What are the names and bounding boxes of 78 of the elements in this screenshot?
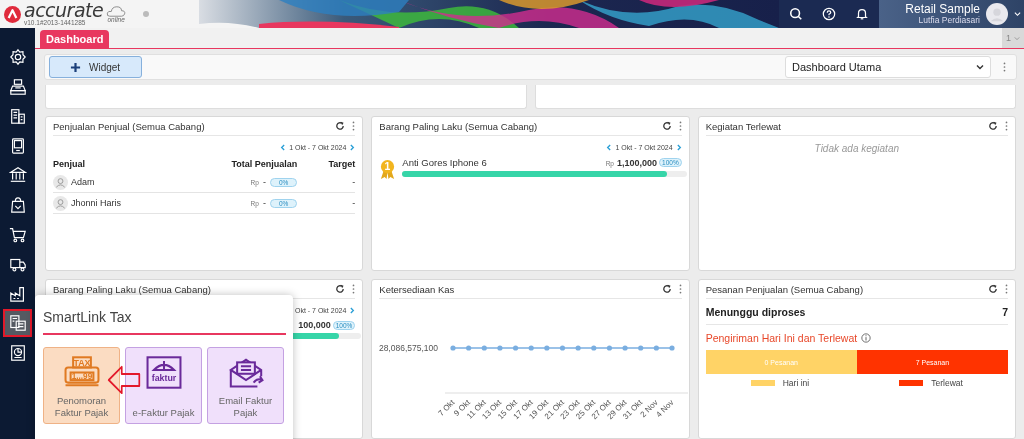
factory-icon bbox=[8, 284, 27, 303]
caret-icon bbox=[1014, 11, 1021, 17]
cart-icon bbox=[8, 225, 27, 244]
column-header: Target bbox=[327, 158, 356, 169]
refresh-icon[interactable] bbox=[661, 284, 672, 294]
sales-amount: - bbox=[262, 177, 266, 187]
documents-icon bbox=[8, 314, 27, 333]
building-icon bbox=[8, 107, 27, 126]
target-value: - bbox=[351, 198, 356, 208]
person-icon bbox=[53, 174, 68, 190]
add-widget-button[interactable]: Widget bbox=[49, 56, 142, 78]
column-header: Total Penjualan bbox=[230, 158, 298, 169]
callout-arrow bbox=[107, 365, 141, 395]
widget-title: Barang Paling Laku (Semua Cabang) bbox=[379, 120, 539, 132]
more-icon[interactable] bbox=[352, 284, 356, 294]
caret-icon bbox=[976, 64, 984, 70]
next-icon[interactable] bbox=[676, 143, 682, 151]
shopping-bag-icon bbox=[8, 195, 27, 214]
widget-title: Penjualan Penjual (Semua Cabang) bbox=[53, 120, 206, 132]
logo-icon bbox=[4, 5, 21, 23]
dashboard-select[interactable]: Dashboard Utama bbox=[785, 56, 991, 78]
user-menu[interactable]: Retail Sample Lutfia Perdiasari bbox=[879, 0, 1024, 28]
status-dot bbox=[143, 11, 150, 17]
dashboard-tab[interactable]: Dashboard bbox=[40, 30, 110, 48]
notification-icon[interactable] bbox=[855, 7, 870, 21]
tax-tile[interactable]: faktur e-Faktur Pajak bbox=[125, 347, 202, 424]
refresh-icon[interactable] bbox=[988, 121, 998, 131]
tax-tile[interactable]: Email Faktur Pajak bbox=[207, 347, 284, 424]
cloud-icon bbox=[106, 6, 127, 18]
more-icon[interactable] bbox=[1005, 284, 1008, 294]
caret-icon bbox=[1014, 35, 1020, 41]
widget-title: Pesanan Penjualan (Semua Cabang) bbox=[705, 283, 865, 295]
section-title: Pengiriman Hari Ini dan Terlewat bbox=[705, 332, 858, 344]
more-icon[interactable] bbox=[1005, 121, 1008, 131]
gear-icon bbox=[8, 48, 27, 66]
refresh-icon[interactable] bbox=[988, 284, 998, 294]
column-header: Penjual bbox=[53, 158, 86, 169]
seller-name: Jhonni Haris bbox=[71, 198, 122, 208]
refresh-icon[interactable] bbox=[661, 121, 672, 131]
sales-amount: - bbox=[262, 198, 266, 208]
order-count: 7 bbox=[1002, 305, 1008, 318]
next-icon[interactable] bbox=[350, 306, 356, 314]
popup-title: SmartLink Tax bbox=[43, 295, 286, 335]
help-icon[interactable] bbox=[822, 7, 836, 21]
product-name: Anti Gores Iphone 6 bbox=[402, 157, 487, 168]
widget-title: Ketersediaan Kas bbox=[379, 283, 456, 295]
tax-tile[interactable]: TAX 1...99 Penomoran Faktur Pajak bbox=[43, 347, 120, 424]
target-value: - bbox=[351, 177, 356, 187]
more-icon[interactable] bbox=[1003, 62, 1006, 72]
next-icon[interactable] bbox=[350, 143, 356, 151]
sales-amount: 1,100,000 bbox=[617, 158, 658, 168]
widget-title: Barang Paling Laku (Semua Cabang) bbox=[53, 283, 212, 295]
logo-text: accurate bbox=[24, 1, 104, 21]
seller-name: Adam bbox=[71, 177, 95, 187]
more-icon[interactable] bbox=[678, 121, 682, 131]
refresh-icon[interactable] bbox=[335, 121, 346, 131]
y-axis-label: 28,086,575,100 bbox=[379, 343, 439, 353]
bank-icon bbox=[8, 166, 27, 185]
sidebar-item[interactable] bbox=[3, 309, 32, 338]
person-icon bbox=[53, 195, 68, 211]
empty-message: Tidak ada kegiatan bbox=[813, 143, 901, 154]
previous-icon[interactable] bbox=[280, 143, 286, 151]
legend-label: Hari ini bbox=[782, 378, 810, 388]
legend-label: Terlewat bbox=[931, 378, 963, 388]
more-icon[interactable] bbox=[352, 121, 356, 131]
search-icon[interactable] bbox=[788, 7, 803, 21]
status-label: Menunggu diproses bbox=[705, 305, 806, 318]
more-icon[interactable] bbox=[678, 284, 682, 294]
refresh-icon[interactable] bbox=[335, 284, 346, 294]
document-icon: faktur bbox=[144, 356, 183, 389]
previous-icon[interactable] bbox=[606, 143, 612, 151]
cash-register-icon bbox=[8, 77, 27, 96]
report-icon bbox=[8, 343, 27, 362]
info-icon[interactable] bbox=[861, 333, 872, 343]
avatar-icon bbox=[986, 3, 1008, 25]
sales-amount: 100,000 bbox=[298, 320, 331, 330]
widget-title: Kegiatan Terlewat bbox=[705, 120, 782, 132]
plus-icon bbox=[70, 61, 81, 73]
